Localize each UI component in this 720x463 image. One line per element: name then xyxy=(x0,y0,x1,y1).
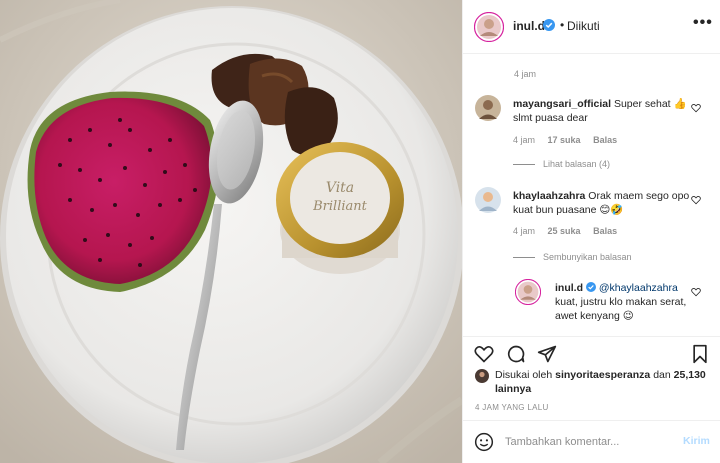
comment-bubble-icon[interactable] xyxy=(506,344,526,364)
like-reply-heart-icon[interactable] xyxy=(691,287,701,297)
reply-username[interactable]: inul.d xyxy=(555,282,583,294)
comment-meta: 4 jam 25 suka Balas xyxy=(513,226,627,236)
commenter-avatar[interactable] xyxy=(475,187,501,213)
reply-author-avatar[interactable] xyxy=(515,279,541,305)
reply-mention-link[interactable]: @khaylaahzahra xyxy=(599,282,678,294)
header-separator: • xyxy=(560,18,565,32)
photo-illustration: Vita Brilliant xyxy=(0,0,462,463)
comment-username[interactable]: mayangsari_official xyxy=(513,98,611,110)
hide-replies-button[interactable]: Sembunyikan balasan xyxy=(513,252,632,262)
post-header: inul.d • Diikuti ••• xyxy=(463,0,720,54)
likes-conj: dan xyxy=(653,369,671,381)
comment-username[interactable]: khaylaahzahra xyxy=(513,190,585,202)
comment-meta: 4 jam 17 suka Balas xyxy=(513,135,627,145)
comment-input[interactable] xyxy=(505,434,675,450)
send-comment-button[interactable]: Kirim xyxy=(683,435,710,447)
likes-text: Disukai oleh sinyoritaesperanza dan 25,1… xyxy=(495,368,715,396)
replies-divider-line xyxy=(513,164,535,166)
jar-label-line2: Brilliant xyxy=(312,199,368,214)
comment-time: 4 jam xyxy=(513,135,536,145)
emoji-picker-icon[interactable] xyxy=(474,432,494,452)
post-photo[interactable]: Vita Brilliant xyxy=(0,0,462,463)
commenter-avatar[interactable] xyxy=(475,95,501,121)
comment-likes[interactable]: 25 suka xyxy=(548,226,581,236)
reply-button[interactable]: Balas xyxy=(593,226,617,236)
caption-time: 4 jam xyxy=(514,69,537,79)
reply-text: inul.d @khaylaahzahra kuat, justru klo m… xyxy=(555,281,695,323)
reply-button[interactable]: Balas xyxy=(593,135,617,145)
comment-text: khaylaahzahra Orak maem sego opo kuat bu… xyxy=(513,189,693,217)
view-replies-button[interactable]: Lihat balasan (4) xyxy=(513,159,610,169)
save-bookmark-icon[interactable] xyxy=(690,344,710,364)
post-side-panel: inul.d • Diikuti ••• 4 jam mayangsari_of… xyxy=(462,0,720,463)
likes-prefix: Disukai oleh xyxy=(495,369,553,381)
liker-avatar[interactable] xyxy=(475,369,489,383)
comment-time: 4 jam xyxy=(513,226,536,236)
reply-body: kuat, justru klo makan serat, awet kenya… xyxy=(555,296,687,322)
share-paper-plane-icon[interactable] xyxy=(537,344,557,364)
more-options-icon[interactable]: ••• xyxy=(693,14,713,32)
comment-text: mayangsari_official Super sehat 👍 slmt p… xyxy=(513,97,693,125)
hide-replies-label: Sembunyikan balasan xyxy=(543,252,632,262)
post-actions-bar xyxy=(463,336,720,368)
like-heart-icon[interactable] xyxy=(474,344,494,364)
following-button[interactable]: Diikuti xyxy=(567,19,600,33)
author-avatar[interactable] xyxy=(474,12,504,42)
comments-list[interactable]: 4 jam mayangsari_official Super sehat 👍 … xyxy=(463,55,720,335)
like-comment-heart-icon[interactable] xyxy=(691,103,701,113)
post-timestamp[interactable]: 4 JAM YANG LALU xyxy=(475,403,549,412)
replies-divider-line xyxy=(513,257,535,259)
add-comment-bar: Kirim xyxy=(463,420,720,463)
liker-username[interactable]: sinyoritaesperanza xyxy=(555,369,650,381)
author-username[interactable]: inul.d xyxy=(513,19,545,33)
like-comment-heart-icon[interactable] xyxy=(691,195,701,205)
view-replies-label: Lihat balasan (4) xyxy=(543,159,611,169)
jar-label-line1: Vita xyxy=(326,180,354,196)
verified-badge-icon xyxy=(585,282,596,292)
verified-badge-icon xyxy=(543,19,555,31)
comment-likes[interactable]: 17 suka xyxy=(548,135,581,145)
